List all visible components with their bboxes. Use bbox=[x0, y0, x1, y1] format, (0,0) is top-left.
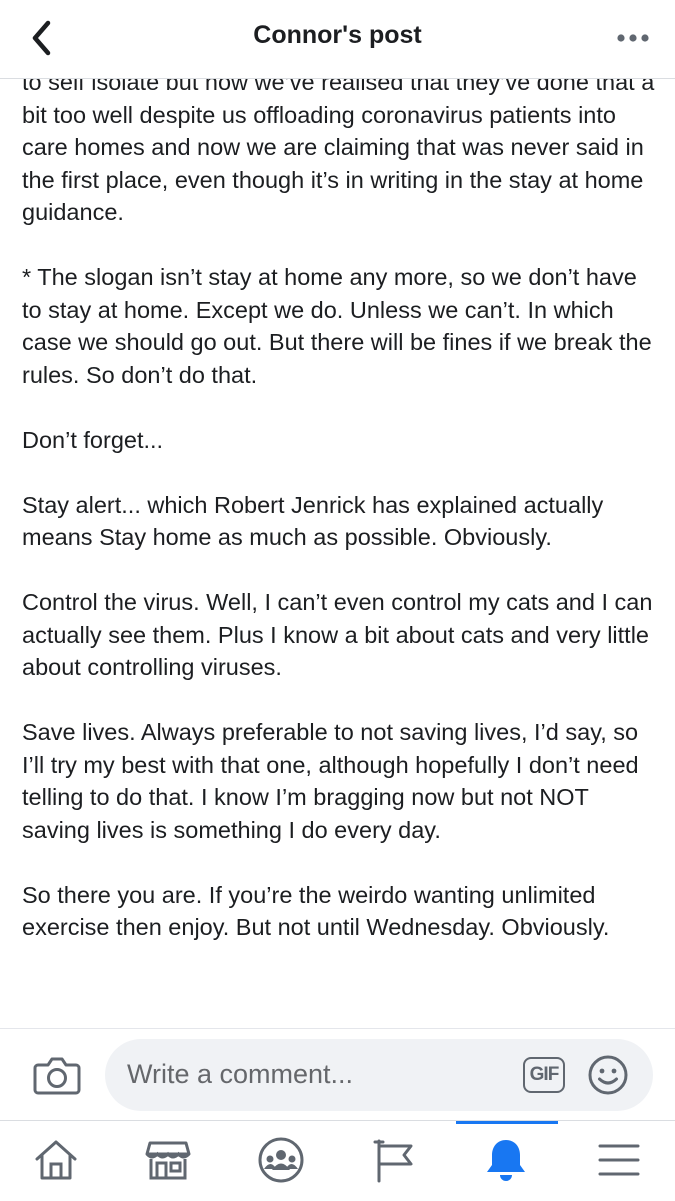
page-title: Connor's post bbox=[253, 21, 422, 49]
tab-marketplace[interactable] bbox=[112, 1121, 224, 1201]
post-paragraph: Control the virus. Well, I can’t even co… bbox=[22, 589, 653, 680]
tab-groups[interactable] bbox=[225, 1121, 337, 1201]
home-icon bbox=[35, 1140, 77, 1180]
post-paragraph: Don’t forget... bbox=[22, 426, 164, 453]
post-body: to self isolate but now we’ve realised t… bbox=[22, 79, 662, 976]
post-paragraph: So there you are. If you’re the weirdo w… bbox=[22, 881, 610, 941]
flag-icon bbox=[373, 1139, 413, 1183]
post-paragraph: Stay alert... which Robert Jenrick has e… bbox=[22, 491, 604, 551]
post-content: to self isolate but now we’ve realised t… bbox=[0, 79, 675, 1028]
camera-icon bbox=[33, 1057, 81, 1095]
gif-button[interactable]: GIF bbox=[523, 1057, 565, 1093]
bottom-tab-bar bbox=[0, 1120, 675, 1201]
post-paragraph: * The slogan isn’t stay at home any more… bbox=[22, 264, 652, 388]
post-paragraph: Save lives. Always preferable to not sav… bbox=[22, 719, 639, 843]
groups-icon bbox=[258, 1137, 304, 1183]
tab-notifications[interactable] bbox=[450, 1121, 562, 1201]
comment-placeholder: Write a comment... bbox=[127, 1059, 354, 1089]
tab-home[interactable] bbox=[0, 1121, 112, 1201]
emoji-button[interactable] bbox=[587, 1054, 629, 1096]
tab-menu[interactable] bbox=[563, 1121, 675, 1201]
top-nav-bar: Connor's post bbox=[0, 0, 675, 79]
more-horizontal-icon bbox=[617, 34, 649, 42]
tab-pages[interactable] bbox=[338, 1121, 450, 1201]
more-options-button[interactable] bbox=[613, 24, 653, 52]
comment-composer: Write a comment... GIF bbox=[0, 1028, 675, 1121]
post-paragraph: to self isolate but now we’ve realised t… bbox=[22, 79, 655, 225]
menu-icon bbox=[598, 1144, 640, 1176]
comment-input[interactable]: Write a comment... GIF bbox=[105, 1039, 653, 1111]
bell-icon bbox=[487, 1140, 525, 1181]
emoji-icon bbox=[588, 1055, 628, 1095]
camera-button[interactable] bbox=[33, 1053, 81, 1097]
marketplace-icon bbox=[145, 1141, 191, 1180]
